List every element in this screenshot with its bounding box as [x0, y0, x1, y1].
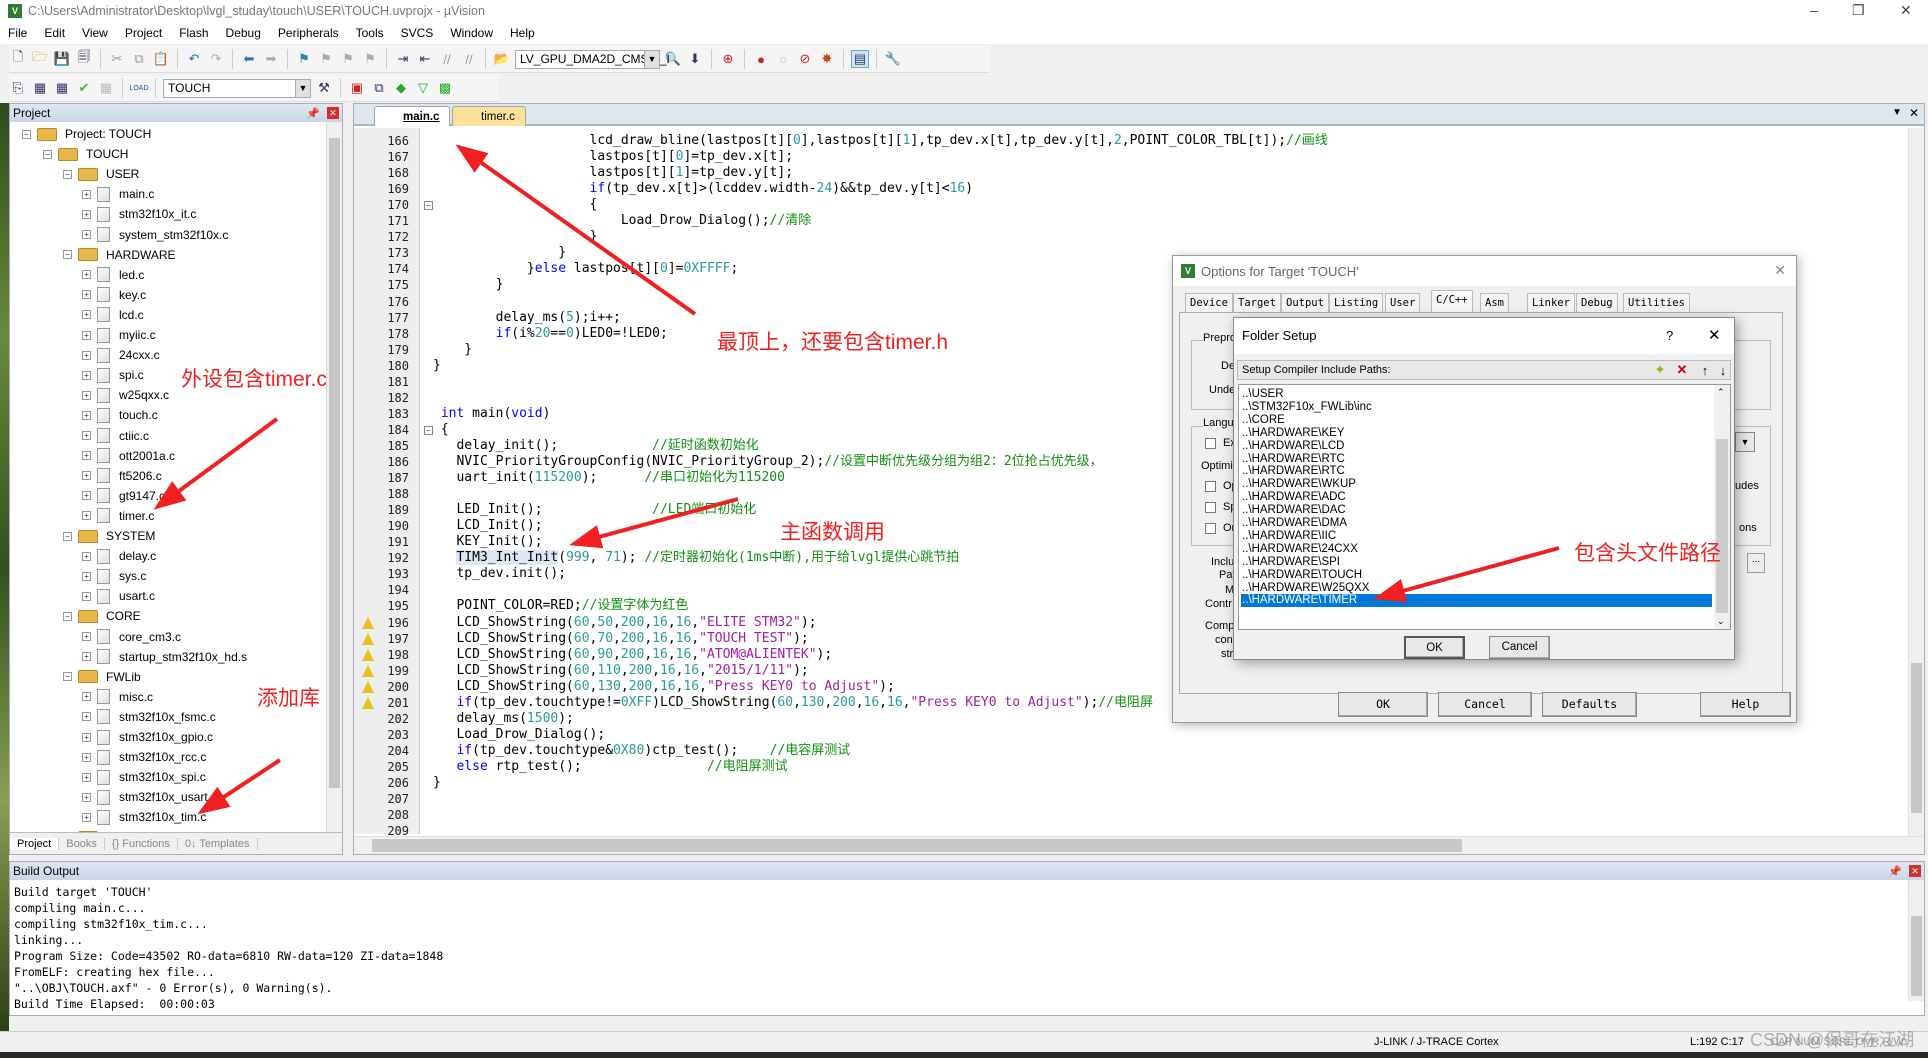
arrow-to-tim3-init	[569, 497, 739, 549]
annotation-add-timer-c: 外设包含timer.c	[181, 368, 327, 391]
annotation-include-path: 包含头文件路径	[1574, 542, 1721, 565]
arrow-to-timer-path	[1373, 546, 1560, 603]
arrow-to-tim-lib	[197, 758, 282, 815]
annotation-arrows	[153, 144, 1560, 815]
annotation-main-call: 主函数调用	[780, 521, 885, 544]
arrow-to-timer-c	[153, 417, 279, 510]
arrow-to-file-top	[455, 144, 697, 316]
annotation-add-library: 添加库	[257, 687, 320, 710]
annotation-include-timer-h: 最顶上，还要包含timer.h	[717, 331, 949, 354]
